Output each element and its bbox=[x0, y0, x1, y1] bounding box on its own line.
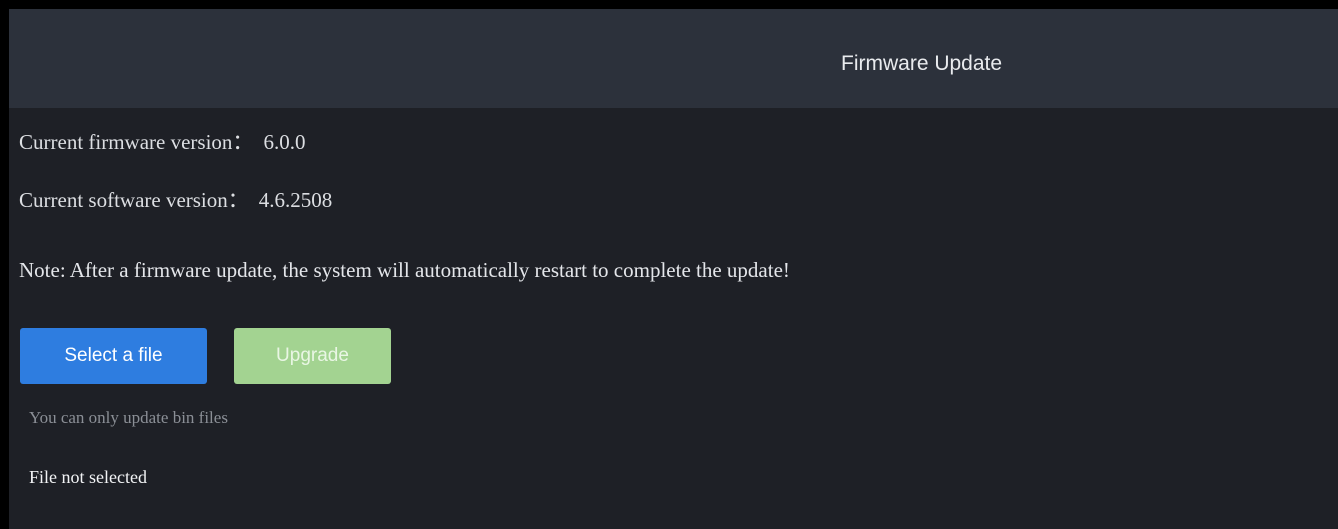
restart-note: Note: After a firmware update, the syste… bbox=[19, 258, 790, 282]
select-file-button[interactable]: Select a file bbox=[20, 328, 207, 384]
software-version-label: Current software version： bbox=[19, 188, 249, 212]
firmware-version-row: Current firmware version： 6.0.0 bbox=[19, 130, 305, 154]
dialog-title: Firmware Update bbox=[841, 52, 1003, 75]
software-version-value: 4.6.2508 bbox=[258, 188, 333, 212]
dialog-header: Firmware Update bbox=[9, 9, 1338, 108]
upgrade-button[interactable]: Upgrade bbox=[234, 328, 391, 384]
firmware-version-value: 6.0.0 bbox=[263, 130, 306, 154]
firmware-version-label: Current firmware version： bbox=[19, 130, 254, 154]
file-status: File not selected bbox=[29, 467, 147, 487]
file-type-hint: You can only update bin files bbox=[29, 408, 228, 427]
software-version-row: Current software version： 4.6.2508 bbox=[19, 188, 332, 212]
